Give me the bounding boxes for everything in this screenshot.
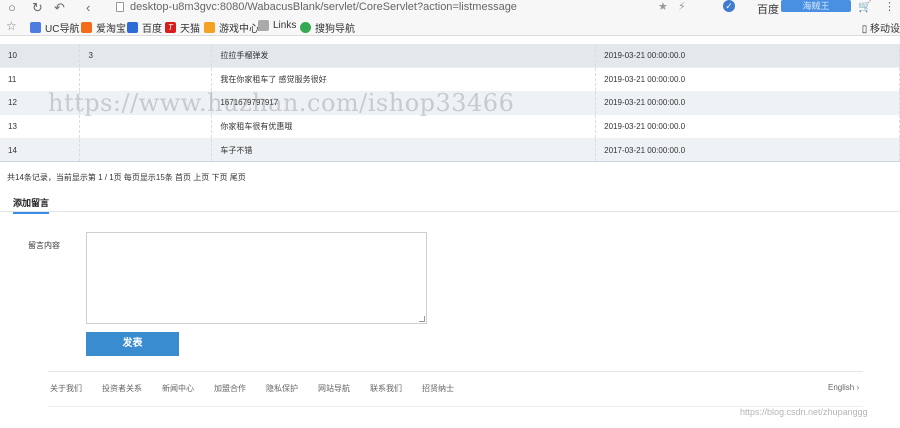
bookmark-uc[interactable]: UC导航 xyxy=(30,20,79,35)
cell-id: 10 xyxy=(0,44,81,68)
menu-circle-icon[interactable]: ○ xyxy=(8,1,16,14)
cart-icon[interactable]: 🛒 xyxy=(858,0,872,13)
uc-icon xyxy=(30,22,41,33)
pagination[interactable]: 共14条记录，当前显示第 1 / 1页 每页显示15条 首页 上页 下页 尾页 xyxy=(7,172,246,183)
cell-user xyxy=(79,114,213,139)
cell-user: 3 xyxy=(79,44,213,68)
cell-id: 11 xyxy=(0,67,81,92)
tmall-icon: T xyxy=(165,22,176,33)
resize-grip-icon[interactable] xyxy=(419,316,425,322)
cell-content: 车子不错 xyxy=(211,138,597,162)
cell-id: 13 xyxy=(0,114,81,139)
bookmark-links[interactable]: Links xyxy=(258,20,296,31)
language-switch[interactable]: English › xyxy=(828,383,859,392)
tab-divider xyxy=(0,211,900,212)
more-menu-icon[interactable]: ⋮ xyxy=(884,0,895,13)
address-bar[interactable]: desktop-u8m3gvc:8080/WabacusBlank/servle… xyxy=(130,1,517,13)
footer-links: 关于我们 投资者关系 新闻中心 加盟合作 隐私保护 网站导航 联系我们 招贤纳士 xyxy=(50,383,474,394)
bookmark-games[interactable]: 游戏中心 xyxy=(204,20,259,35)
aitaobao-icon xyxy=(81,22,92,33)
footer-link-investors[interactable]: 投资者关系 xyxy=(102,383,142,394)
page-icon xyxy=(116,2,124,12)
footer-link-privacy[interactable]: 隐私保护 xyxy=(266,383,298,394)
bookmark-sogou[interactable]: 搜狗导航 xyxy=(300,20,355,35)
cell-user xyxy=(79,67,213,92)
table-row[interactable]: 11 我在你家租车了 感觉服务很好 2019-03-21 00:00:00.0 xyxy=(0,67,900,92)
cell-content: 拉拉手榴弹发 xyxy=(211,44,597,68)
sogou-icon xyxy=(300,22,311,33)
search-input[interactable]: 海贼王 xyxy=(781,0,851,12)
undo-icon[interactable]: ↶ xyxy=(54,1,65,14)
cell-id: 14 xyxy=(0,138,81,162)
cell-user xyxy=(79,138,213,162)
browser-toolbar: ○ ↻ ↶ ‹ desktop-u8m3gvc:8080/WabacusBlan… xyxy=(0,0,900,16)
watermark-main: https://www.huzhan.com/ishop33466 xyxy=(48,89,515,117)
bookmark-tmall[interactable]: T 天猫 xyxy=(165,20,200,35)
table-row[interactable]: 14 车子不错 2017-03-21 00:00:00.0 xyxy=(0,138,900,162)
cell-time: 2019-03-21 00:00:00.0 xyxy=(595,91,900,115)
cell-content: 我在你家租车了 感觉服务很好 xyxy=(211,67,597,92)
footer-divider xyxy=(48,371,863,372)
mobile-bookmarks[interactable]: ▯ 移动设 xyxy=(862,20,900,35)
bookmark-star-icon[interactable]: ★ xyxy=(658,0,668,13)
cell-time: 2019-03-21 00:00:00.0 xyxy=(595,44,900,68)
submit-button[interactable]: 发表 xyxy=(86,332,179,356)
message-content-textarea[interactable] xyxy=(86,232,427,324)
footer-link-contact[interactable]: 联系我们 xyxy=(370,383,402,394)
cell-time: 2019-03-21 00:00:00.0 xyxy=(595,114,900,139)
footer-link-careers[interactable]: 招贤纳士 xyxy=(422,383,454,394)
table-row[interactable]: 13 你家租车很有优惠哦 2019-03-21 00:00:00.0 xyxy=(0,114,900,139)
footer-link-about[interactable]: 关于我们 xyxy=(50,383,82,394)
cell-content: 你家租车很有优惠哦 xyxy=(211,114,597,139)
bookmarks-bar: ☆ UC导航 爱淘宝 百度 T 天猫 游戏中心 Links 搜狗导航 ▯ 移动设 xyxy=(0,16,900,36)
content-label: 留言内容 xyxy=(28,241,60,250)
footer-link-sitemap[interactable]: 网站导航 xyxy=(318,383,350,394)
watermark-blog: https://blog.csdn.net/zhupanggg xyxy=(740,407,868,417)
bookmark-aitaobao[interactable]: 爱淘宝 xyxy=(81,20,126,35)
footer-link-partners[interactable]: 加盟合作 xyxy=(214,383,246,394)
reload-icon[interactable]: ↻ xyxy=(32,1,43,14)
star-icon[interactable]: ☆ xyxy=(6,19,17,33)
footer-link-news[interactable]: 新闻中心 xyxy=(162,383,194,394)
folder-icon xyxy=(258,20,269,31)
account-icon[interactable]: ✓ xyxy=(723,0,735,12)
table-row[interactable]: 10 3 拉拉手榴弹发 2019-03-21 00:00:00.0 xyxy=(0,44,900,68)
cell-time: 2017-03-21 00:00:00.0 xyxy=(595,138,900,162)
games-icon xyxy=(204,22,215,33)
baidu-icon xyxy=(127,22,138,33)
lightning-icon[interactable]: ⚡ xyxy=(678,0,686,13)
search-engine-label[interactable]: 百度 xyxy=(757,1,779,17)
back-icon[interactable]: ‹ xyxy=(86,1,90,14)
bookmark-baidu[interactable]: 百度 xyxy=(127,20,162,35)
cell-time: 2019-03-21 00:00:00.0 xyxy=(595,67,900,92)
